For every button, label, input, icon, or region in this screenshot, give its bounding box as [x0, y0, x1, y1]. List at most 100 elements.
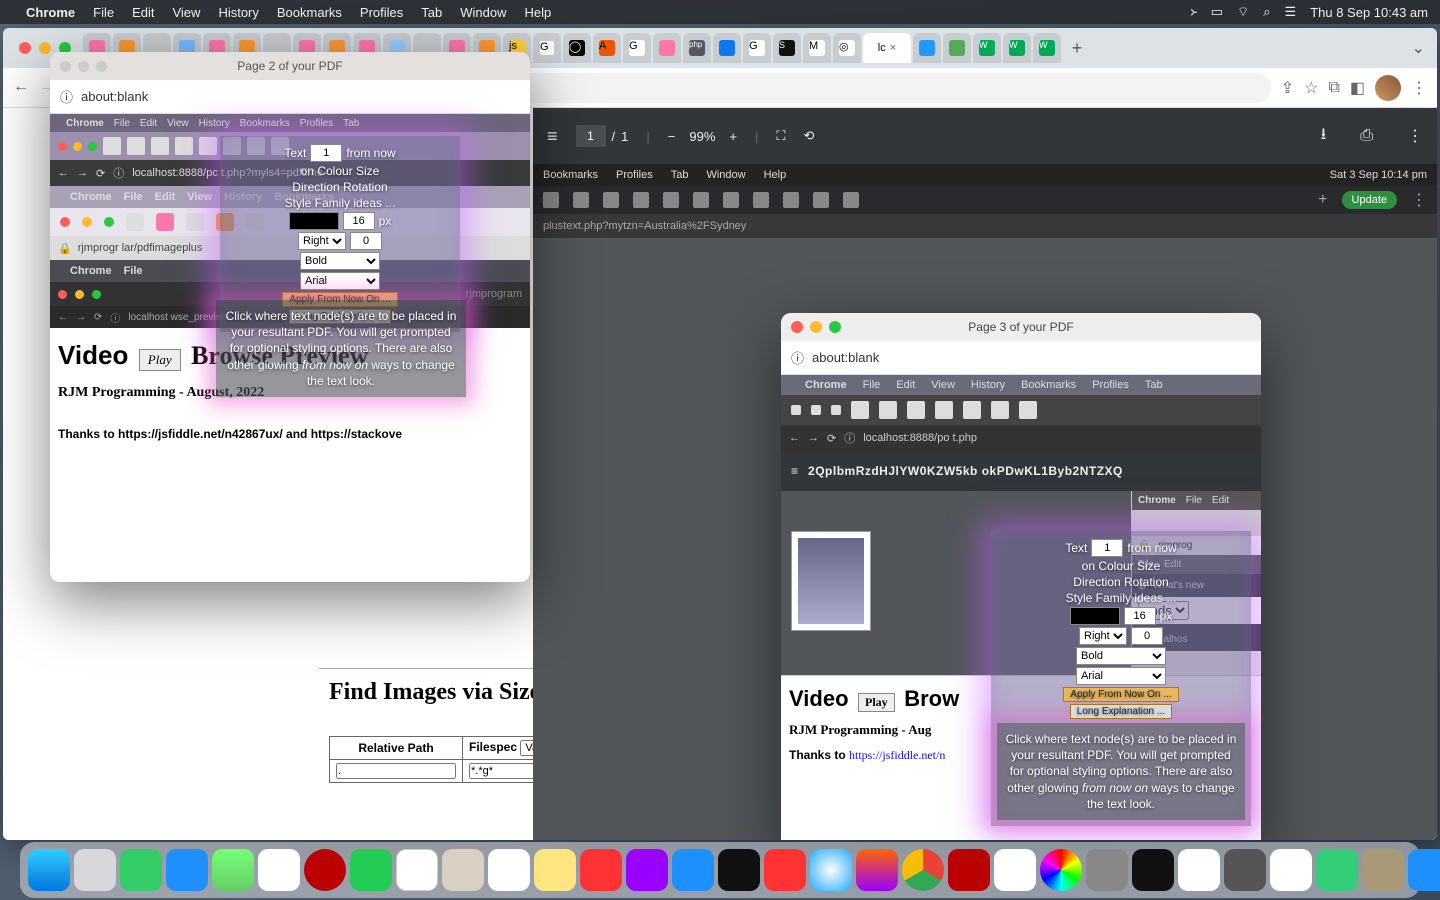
messages-icon[interactable] [120, 849, 162, 891]
site-info-icon[interactable]: ⓘ [791, 348, 804, 367]
fav-icon[interactable] [103, 137, 121, 155]
opera-icon[interactable] [304, 849, 346, 891]
page-number-input[interactable] [576, 125, 606, 147]
fav-icon[interactable] [127, 137, 145, 155]
menu-window[interactable]: Window [460, 5, 506, 20]
text-number-input[interactable] [1091, 539, 1123, 557]
site-info-icon[interactable]: ⓘ [844, 430, 855, 446]
menu-item[interactable]: Profiles [1092, 379, 1129, 391]
music-icon[interactable] [580, 849, 622, 891]
menu-item[interactable]: File [1186, 495, 1202, 506]
search-icon[interactable]: ⌕ [1263, 4, 1270, 20]
menu-item[interactable]: View [167, 118, 189, 129]
zoom-icon[interactable] [1408, 849, 1440, 891]
fit-page-icon[interactable]: ⛶ [776, 128, 785, 144]
menu-item[interactable]: Tab [671, 169, 689, 181]
reload-button[interactable]: ⟳ [827, 432, 836, 445]
text-number-input[interactable] [310, 144, 342, 162]
popup3-titlebar[interactable]: Page 3 of your PDF [781, 313, 1261, 341]
app-name[interactable]: Chrome [26, 5, 75, 20]
fav-icon[interactable] [693, 192, 709, 208]
relpath-input[interactable] [336, 763, 456, 779]
contacts-icon[interactable] [442, 849, 484, 891]
tab[interactable]: ◯ [563, 33, 591, 63]
fav-icon[interactable] [663, 192, 679, 208]
new-tab-button[interactable]: + [1318, 191, 1327, 209]
long-explanation-button[interactable]: Long Explanation ... [1070, 704, 1172, 719]
color-picker-icon[interactable] [1040, 849, 1082, 891]
tab[interactable]: M [803, 33, 831, 63]
fav-icon[interactable] [126, 213, 144, 231]
clock[interactable]: Thu 8 Sep 10:43 am [1310, 5, 1428, 20]
profile-avatar[interactable] [1375, 75, 1401, 101]
fav-icon[interactable] [783, 192, 799, 208]
textedit-icon[interactable] [1178, 849, 1220, 891]
calendar-icon[interactable] [396, 849, 438, 891]
menu-edit[interactable]: Edit [132, 5, 154, 20]
close-icon[interactable]: × [890, 42, 896, 54]
fav-icon[interactable] [843, 192, 859, 208]
fav-icon[interactable] [543, 192, 559, 208]
menu-item[interactable]: Chrome [70, 265, 112, 277]
menu-bookmarks[interactable]: Bookmarks [277, 5, 342, 20]
menu-help[interactable]: Help [525, 5, 552, 20]
fav-icon[interactable] [991, 401, 1009, 419]
tab[interactable]: php [683, 33, 711, 63]
bluetooth-icon[interactable]: ᚛ [1190, 4, 1197, 20]
tab[interactable]: ◎ [833, 33, 861, 63]
more-icon[interactable]: ⋮ [1411, 190, 1427, 210]
weight-select[interactable]: Bold [1076, 647, 1166, 665]
size-input[interactable] [1124, 607, 1156, 625]
reload-button[interactable]: ⟳ [94, 312, 102, 323]
update-button[interactable]: Update [1342, 191, 1397, 209]
jsfiddle-link[interactable]: https://jsfiddle.net/n [849, 748, 945, 762]
menu-item[interactable]: Tab [1145, 379, 1163, 391]
apply-button[interactable]: Apply From Now On ... [1063, 687, 1178, 702]
maximize-button[interactable] [88, 142, 97, 151]
reminders-icon[interactable] [488, 849, 530, 891]
menu-item[interactable]: Edit [140, 118, 157, 129]
maximize-button[interactable] [831, 405, 841, 415]
maximize-button[interactable] [92, 290, 101, 299]
menu-item[interactable]: History [199, 118, 230, 129]
back-button[interactable]: ← [58, 312, 68, 323]
rotation-input[interactable] [350, 232, 382, 250]
fav-icon[interactable] [633, 192, 649, 208]
tab[interactable]: S [773, 33, 801, 63]
reload-button[interactable]: ⟳ [96, 167, 105, 180]
lock-icon[interactable]: 🔒 [58, 242, 72, 255]
forward-button[interactable]: → [808, 432, 819, 444]
sidepanel-icon[interactable]: ◧ [1350, 78, 1365, 98]
color-input[interactable] [289, 212, 339, 230]
close-button[interactable] [60, 217, 70, 227]
forward-button[interactable]: → [77, 167, 88, 179]
size-input[interactable] [343, 212, 375, 230]
menu-item[interactable]: View [931, 379, 955, 391]
menu-item[interactable]: History [971, 379, 1005, 391]
menu-item[interactable]: Chrome [1138, 495, 1176, 506]
forward-button[interactable]: → [76, 312, 86, 323]
tv-icon[interactable] [718, 849, 760, 891]
tab-overflow-icon[interactable]: ⌄ [1412, 38, 1425, 58]
menu-item[interactable]: Bookmarks [240, 118, 290, 129]
font-select[interactable]: Arial [1076, 667, 1166, 685]
close-button[interactable] [58, 290, 67, 299]
menu-item[interactable]: Bookmarks [1021, 379, 1076, 391]
extensions-icon[interactable]: ⧉ [1328, 79, 1339, 97]
fav-icon[interactable] [573, 192, 589, 208]
menu-item[interactable]: Chrome [70, 191, 112, 203]
tab[interactable] [913, 33, 941, 63]
tab-active[interactable]: lc× [863, 33, 911, 63]
control-center-icon[interactable]: ☰ [1285, 4, 1297, 20]
fav-icon[interactable] [935, 401, 953, 419]
zoom-in-button[interactable]: + [729, 129, 737, 144]
menu-item[interactable]: Profiles [300, 118, 333, 129]
menu-item[interactable]: File [124, 265, 143, 277]
back-button[interactable]: ← [58, 167, 69, 179]
fav-icon[interactable] [603, 192, 619, 208]
brackets-icon[interactable] [994, 849, 1036, 891]
download-icon[interactable]: ⭳ [1321, 123, 1327, 150]
launchpad-icon[interactable] [74, 849, 116, 891]
vuescan-icon[interactable] [1316, 849, 1358, 891]
zoom-out-button[interactable]: − [668, 129, 676, 144]
